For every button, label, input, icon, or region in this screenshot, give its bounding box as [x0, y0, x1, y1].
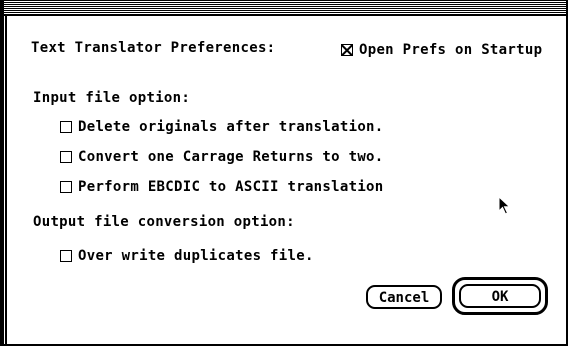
- window-left-inner-border: [5, 14, 7, 346]
- convert-returns-label[interactable]: Convert one Carrage Returns to two.: [78, 149, 384, 165]
- output-section-label: Output file conversion option:: [33, 214, 295, 230]
- ebcdic-ascii-label[interactable]: Perform EBCDIC to ASCII translation: [78, 179, 384, 195]
- window-left-border: [0, 0, 4, 346]
- dialog-heading: Text Translator Preferences:: [31, 40, 276, 56]
- input-section-label: Input file option:: [33, 90, 191, 106]
- open-prefs-checkbox[interactable]: [341, 44, 353, 56]
- ebcdic-ascii-checkbox[interactable]: [60, 181, 72, 193]
- arrow-pointer-icon: [498, 196, 511, 215]
- ok-button[interactable]: OK: [459, 284, 541, 308]
- convert-returns-checkbox[interactable]: [60, 151, 72, 163]
- overwrite-duplicates-label[interactable]: Over write duplicates file.: [78, 248, 314, 264]
- overwrite-duplicates-checkbox[interactable]: [60, 250, 72, 262]
- cancel-button[interactable]: Cancel: [366, 285, 442, 309]
- delete-originals-label[interactable]: Delete originals after translation.: [78, 119, 384, 135]
- title-bar[interactable]: [0, 0, 568, 14]
- open-prefs-label[interactable]: Open Prefs on Startup: [359, 42, 542, 58]
- window-top-border: [0, 14, 568, 16]
- delete-originals-checkbox[interactable]: [60, 121, 72, 133]
